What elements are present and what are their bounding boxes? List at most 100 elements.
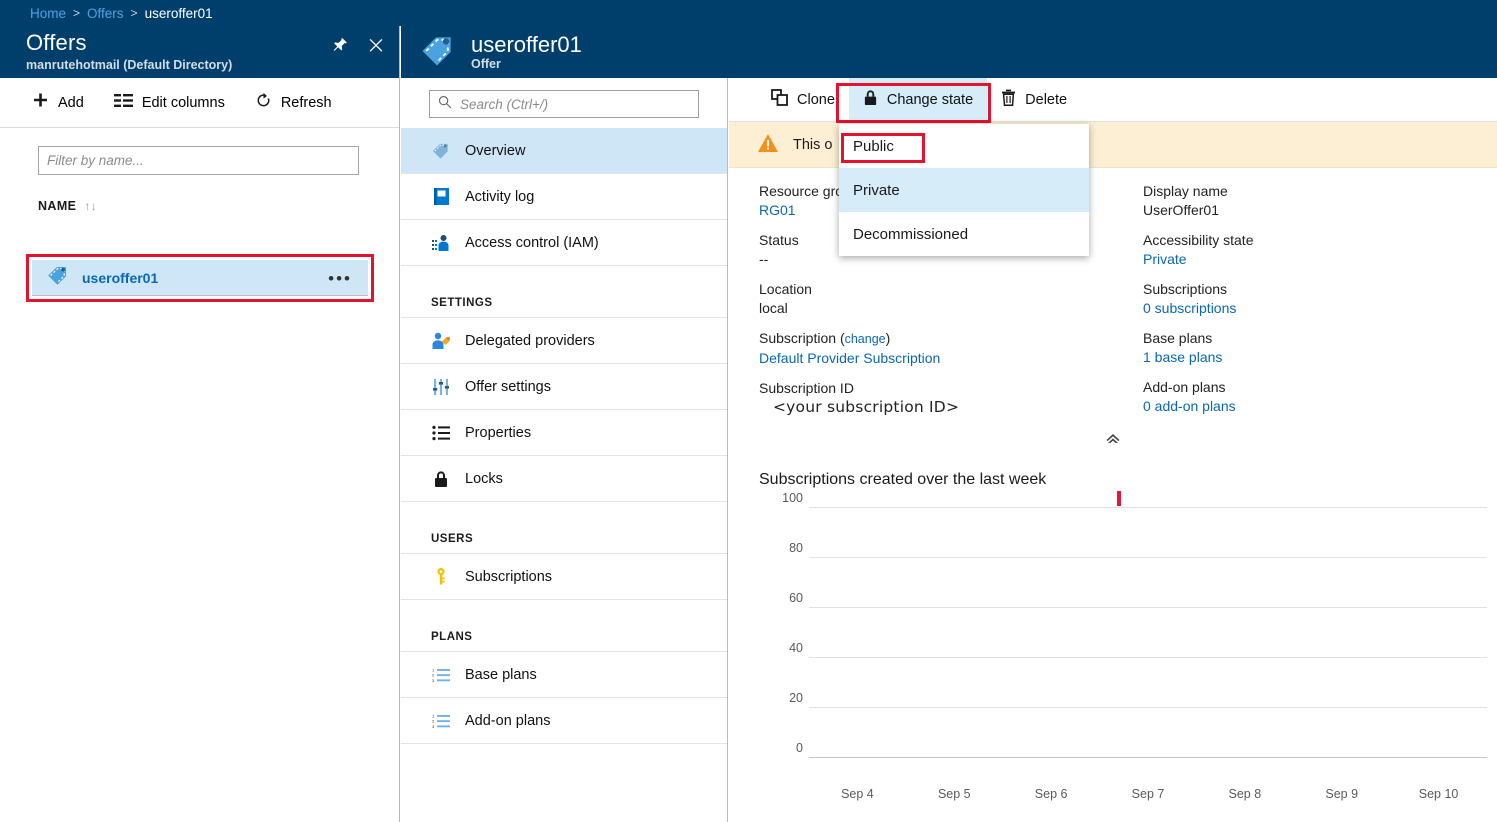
breadcrumb-separator-2: > (130, 6, 138, 20)
properties-right-column: Display name UserOffer01 Accessibility s… (1113, 182, 1497, 428)
property-subscription: Subscription (change) Default Provider S… (759, 329, 1113, 368)
list-icon: 1 2 3 (431, 711, 451, 731)
breadcrumb: Home > Offers > useroffer01 (0, 0, 1497, 26)
properties-icon (431, 423, 451, 443)
sidebar-item-label: Offer settings (465, 378, 551, 395)
property-value[interactable]: Private (1143, 250, 1497, 269)
list-item[interactable]: useroffer01 ••• (32, 260, 368, 296)
property-base-plans: Base plans 1 base plans (1143, 329, 1497, 367)
change-state-dropdown[interactable]: Public Private Decommissioned (839, 124, 1089, 256)
filter-by-name-input[interactable] (38, 146, 359, 175)
dropdown-item-decommissioned[interactable]: Decommissioned (839, 212, 1089, 256)
nav-group-plans: PLANS (401, 612, 727, 652)
change-subscription-link[interactable]: (change) (840, 330, 890, 346)
chart-gridline (809, 557, 1487, 558)
clone-button[interactable]: Clone (757, 78, 849, 122)
property-value[interactable]: 1 base plans (1143, 348, 1497, 367)
change-state-label: Change state (886, 91, 974, 108)
refresh-icon (255, 92, 272, 113)
sidebar-item-add-on-plans[interactable]: 1 2 3 Add-on plans (401, 698, 727, 744)
chart-plot-area: 100 80 60 40 20 0 Sep 4 Sep 5 Sep 6 Sep 7 Sep 8 Sep… (759, 491, 1487, 801)
property-label: Add-on plans (1143, 379, 1226, 395)
sidebar-item-properties[interactable]: Properties (401, 410, 727, 456)
edit-columns-label: Edit columns (141, 94, 225, 111)
list-icon: 1 2 3 (431, 665, 451, 685)
nav-list: Overview Activity log Access control (IA… (401, 128, 727, 744)
property-value[interactable]: Default Provider Subscription (759, 349, 1113, 368)
offers-blade-header: Offers manrutehotmail (Default Directory… (0, 26, 399, 78)
list-item-context-menu[interactable]: ••• (328, 269, 352, 289)
sidebar-item-label: Overview (465, 142, 526, 159)
nav-group-users: USERS (401, 514, 727, 554)
property-label: Accessibility state (1143, 232, 1254, 248)
property-value[interactable]: 0 subscriptions (1143, 299, 1497, 318)
sidebar-item-access-control[interactable]: Access control (IAM) (401, 220, 727, 266)
azure-portal-screen: Home > Offers > useroffer01 Offers manru… (0, 0, 1497, 822)
property-label: Location (759, 281, 812, 297)
delete-button[interactable]: Delete (987, 78, 1081, 122)
dropdown-item-public[interactable]: Public (839, 124, 1089, 168)
activity-log-icon (431, 187, 451, 207)
breadcrumb-current: useroffer01 (144, 5, 213, 21)
offers-toolbar: Add Edit columns Refresh (0, 78, 399, 128)
edit-columns-button[interactable]: Edit columns (113, 93, 225, 112)
sidebar-item-label: Delegated providers (465, 332, 595, 349)
chart-x-tick-label: Sep 6 (1034, 787, 1068, 801)
chart-x-tick-label: Sep 9 (1325, 787, 1359, 801)
chart-card: Subscriptions created over the last week… (729, 443, 1497, 822)
property-subscription-id: Subscription ID <your subscription ID> (759, 379, 1113, 417)
property-location: Location local (759, 280, 1113, 318)
chart-gridline (809, 757, 1487, 758)
refresh-label: Refresh (280, 94, 332, 111)
warning-icon (757, 133, 779, 157)
sidebar-item-label: Properties (465, 424, 532, 441)
plus-icon (32, 92, 49, 113)
column-header-name[interactable]: NAME ↑↓ (38, 199, 399, 213)
sliders-icon (431, 377, 451, 397)
sidebar-item-offer-settings[interactable]: Offer settings (401, 364, 727, 410)
lock-icon (431, 469, 451, 489)
breadcrumb-separator: > (73, 6, 81, 20)
sidebar-item-overview[interactable]: Overview (401, 128, 727, 174)
delete-label: Delete (1025, 91, 1068, 108)
detail-nav-column: Search (Ctrl+/) Overview Activity log Ac… (401, 78, 728, 822)
sidebar-item-locks[interactable]: Locks (401, 456, 727, 502)
list-item-name: useroffer01 (82, 269, 159, 286)
breadcrumb-offers[interactable]: Offers (87, 6, 124, 21)
change-state-button[interactable]: Change state (848, 77, 988, 122)
property-label: Subscription (change) (759, 329, 1113, 349)
search-input[interactable]: Search (Ctrl+/) (429, 90, 699, 118)
svg-text:3: 3 (432, 723, 435, 728)
breadcrumb-home[interactable]: Home (30, 6, 66, 21)
chart-x-tick-label: Sep 7 (1131, 787, 1165, 801)
pin-icon[interactable] (331, 36, 349, 54)
chart-x-tick-label: Sep 10 (1418, 787, 1459, 801)
detail-blade-header: useroffer01 Offer (401, 26, 1497, 78)
chart-y-tick-label: 100 (782, 491, 803, 505)
clone-label: Clone (797, 91, 835, 108)
add-button[interactable]: Add (32, 92, 84, 113)
property-subscriptions: Subscriptions 0 subscriptions (1143, 280, 1497, 318)
sidebar-item-delegated-providers[interactable]: Delegated providers (401, 318, 727, 364)
close-icon[interactable] (367, 36, 385, 54)
trash-icon (1001, 89, 1016, 110)
sidebar-item-label: Activity log (465, 188, 535, 205)
chart-title: Subscriptions created over the last week (759, 471, 1047, 488)
sidebar-item-label: Locks (465, 470, 503, 487)
chart-marker (1117, 491, 1121, 506)
clone-icon (771, 89, 788, 110)
column-header-name-label: NAME (38, 199, 77, 213)
sidebar-item-subscriptions[interactable]: Subscriptions (401, 554, 727, 600)
chart-gridline (809, 707, 1487, 708)
sidebar-item-base-plans[interactable]: 1 2 3 Base plans (401, 652, 727, 698)
svg-text:3: 3 (432, 677, 435, 682)
property-value[interactable]: 0 add-on plans (1143, 397, 1497, 416)
tag-icon (431, 141, 451, 161)
tag-icon (419, 32, 457, 73)
sidebar-item-activity-log[interactable]: Activity log (401, 174, 727, 220)
sort-arrows-icon[interactable]: ↑↓ (84, 199, 97, 213)
dropdown-item-private[interactable]: Private (839, 168, 1089, 212)
chart-y-tick-label: 0 (796, 741, 803, 755)
refresh-button[interactable]: Refresh (255, 92, 332, 113)
filter-wrap (0, 128, 399, 175)
